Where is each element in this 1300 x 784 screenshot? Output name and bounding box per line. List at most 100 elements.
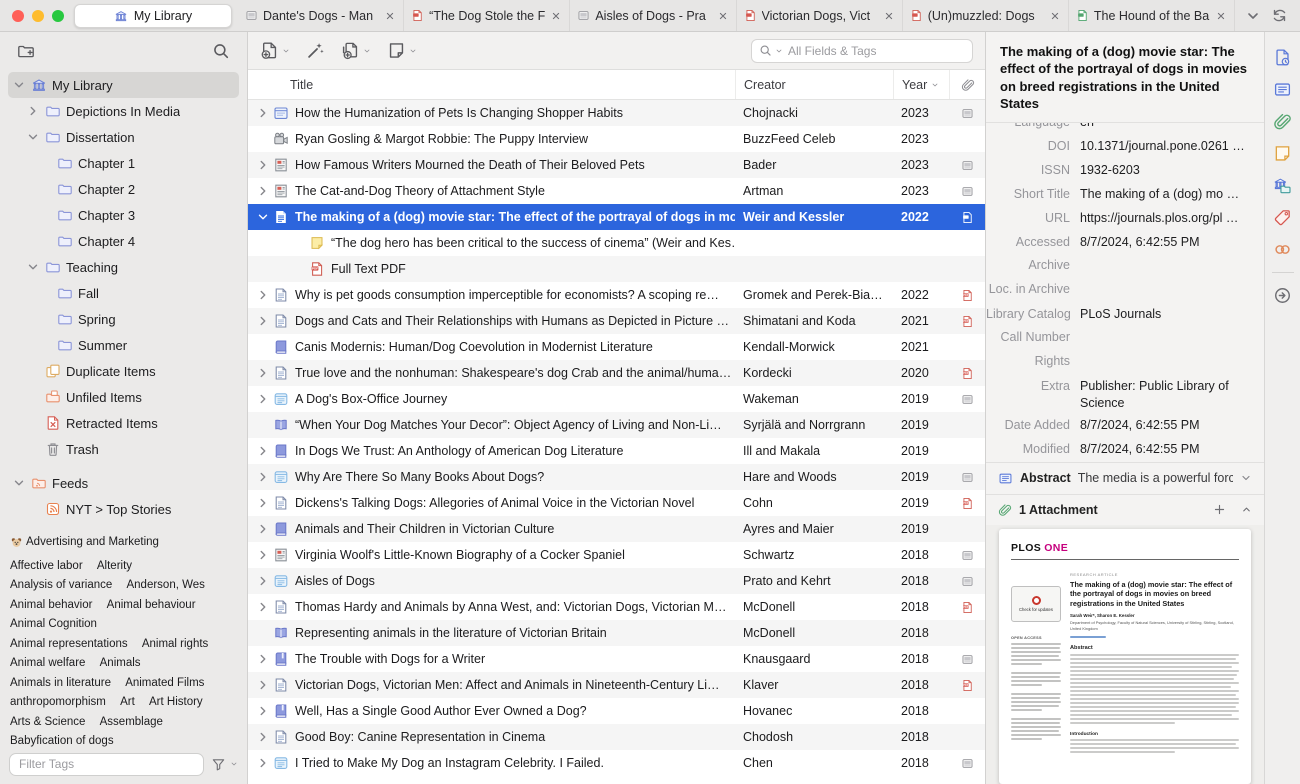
tag-item[interactable]: Animated Films — [125, 674, 204, 694]
library-tab[interactable]: My Library — [74, 3, 232, 28]
item-row[interactable]: Why is pet goods consumption imperceptib… — [248, 282, 985, 308]
field-value[interactable]: 8/7/2024, 6:42:55 PM — [1080, 441, 1254, 458]
reader-tab[interactable]: Dante's Dogs - Man — [238, 0, 405, 31]
tag-item[interactable]: Advertising and Marketing — [10, 533, 159, 553]
column-header-attachment[interactable] — [949, 70, 985, 99]
collection-row[interactable]: Spring — [8, 306, 239, 332]
collection-row[interactable]: Depictions In Media — [8, 98, 239, 124]
item-row[interactable]: “The dog hero has been critical to the s… — [248, 230, 985, 256]
close-tab-icon[interactable] — [717, 10, 729, 22]
item-row[interactable]: “When Your Dog Matches Your Decor”: Obje… — [248, 412, 985, 438]
tree-expander-icon[interactable] — [38, 338, 52, 352]
collection-row[interactable]: Chapter 3 — [8, 202, 239, 228]
item-row[interactable]: Good Boy: Canine Representation in Cinem… — [248, 724, 985, 750]
row-expander-icon[interactable] — [256, 730, 270, 744]
column-header-creator[interactable]: Creator — [735, 70, 893, 99]
tree-expander-icon[interactable] — [26, 390, 40, 404]
item-row[interactable]: Representing animals in the literature o… — [248, 620, 985, 646]
item-row[interactable]: The Trouble with Dogs for a Writer Knaus… — [248, 646, 985, 672]
tree-expander-icon[interactable] — [38, 234, 52, 248]
new-note-button[interactable] — [387, 41, 417, 60]
sidenav-section-icon[interactable] — [1273, 208, 1292, 227]
item-row[interactable]: Animals and Their Children in Victorian … — [248, 516, 985, 542]
new-collection-icon[interactable] — [17, 42, 35, 60]
field-value[interactable]: en — [1080, 123, 1254, 131]
row-expander-icon[interactable] — [256, 366, 270, 380]
tag-item[interactable]: Animal behaviour — [107, 596, 196, 616]
collection-row[interactable]: Retracted Items — [8, 410, 239, 436]
tag-item[interactable]: Animal welfare — [10, 654, 85, 674]
add-attachment-plus-icon[interactable] — [1213, 503, 1226, 516]
close-window-button[interactable] — [12, 9, 24, 22]
row-expander-icon[interactable] — [256, 704, 270, 718]
reader-tab[interactable]: Victorian Dogs, Vict — [737, 0, 903, 31]
tree-expander-icon[interactable] — [26, 416, 40, 430]
add-by-identifier-button[interactable] — [306, 41, 325, 60]
tag-item[interactable]: Alterity — [97, 557, 132, 577]
item-row[interactable]: The Cat-and-Dog Theory of Attachment Sty… — [248, 178, 985, 204]
item-row[interactable]: Dickens's Talking Dogs: Allegories of An… — [248, 490, 985, 516]
field-value[interactable]: 8/7/2024, 6:42:55 PM — [1080, 417, 1254, 434]
collection-row[interactable]: Feeds — [8, 470, 239, 496]
item-details-title[interactable]: The making of a (dog) movie star: The ef… — [986, 32, 1264, 124]
row-expander-icon[interactable] — [256, 678, 270, 692]
tree-expander-icon[interactable] — [12, 476, 26, 490]
row-expander-icon[interactable] — [256, 314, 270, 328]
collection-row[interactable]: Teaching — [8, 254, 239, 280]
search-input[interactable] — [786, 42, 965, 59]
row-expander-icon[interactable] — [256, 106, 270, 120]
attachments-collapse-chevron-icon[interactable] — [1241, 504, 1252, 515]
close-tab-icon[interactable] — [384, 10, 396, 22]
minimize-window-button[interactable] — [32, 9, 44, 22]
tree-expander-icon[interactable] — [26, 442, 40, 456]
tree-expander-icon[interactable] — [38, 208, 52, 222]
tag-item[interactable]: Animal behavior — [10, 596, 92, 616]
row-expander-icon[interactable] — [256, 184, 270, 198]
tree-expander-icon[interactable] — [38, 312, 52, 326]
close-tab-icon[interactable] — [1215, 10, 1227, 22]
field-value[interactable]: https://journals.plos.org/pl … — [1080, 210, 1254, 227]
item-row[interactable]: True love and the nonhuman: Shakespeare'… — [248, 360, 985, 386]
row-expander-icon[interactable] — [256, 340, 270, 354]
tag-item[interactable]: Art — [120, 693, 135, 713]
tag-item[interactable]: Animal rights — [142, 635, 208, 655]
close-tab-icon[interactable] — [550, 10, 562, 22]
collection-row[interactable]: NYT > Top Stories — [8, 496, 239, 522]
tree-expander-icon[interactable] — [26, 104, 40, 118]
item-row[interactable]: The making of a (dog) movie star: The ef… — [248, 204, 985, 230]
sidenav-section-icon[interactable] — [1273, 48, 1292, 67]
attachments-section-header[interactable]: 1 Attachment — [986, 493, 1264, 525]
sync-icon[interactable] — [1271, 7, 1288, 24]
collection-row[interactable]: Dissertation — [8, 124, 239, 150]
tree-expander-icon[interactable] — [26, 130, 40, 144]
item-row[interactable]: Well, Has a Single Good Author Ever Owne… — [248, 698, 985, 724]
tag-item[interactable]: Art History — [149, 693, 203, 713]
tag-item[interactable]: Anderson, Wes — [126, 576, 204, 596]
search-box[interactable] — [751, 38, 973, 63]
new-item-button[interactable] — [260, 41, 290, 60]
collection-row[interactable]: Trash — [8, 436, 239, 462]
column-header-year[interactable]: Year — [893, 70, 949, 99]
item-row[interactable]: Aisles of Dogs Prato and Kehrt 2018 — [248, 568, 985, 594]
tag-item[interactable]: Animal Cognition — [10, 615, 97, 635]
item-row[interactable]: A Dog's Box-Office Journey Wakeman 2019 — [248, 386, 985, 412]
tag-item[interactable]: Assemblage — [100, 713, 163, 733]
row-expander-icon[interactable] — [256, 392, 270, 406]
tag-filter-chevron-icon[interactable] — [230, 760, 238, 768]
reader-tab[interactable]: “The Dog Stole the F — [404, 0, 571, 31]
tag-item[interactable]: Animal representations — [10, 635, 128, 655]
field-value[interactable]: Publisher: Public Library of Science — [1080, 378, 1254, 412]
close-tab-icon[interactable] — [883, 10, 895, 22]
field-value[interactable]: The making of a (dog) mo … — [1080, 186, 1254, 203]
row-expander-icon[interactable] — [256, 496, 270, 510]
tag-item[interactable]: Animals — [100, 654, 141, 674]
collection-row[interactable]: My Library — [8, 72, 239, 98]
collection-row[interactable]: Duplicate Items — [8, 358, 239, 384]
tree-expander-icon[interactable] — [26, 502, 40, 516]
column-header-title[interactable]: Title — [248, 78, 735, 92]
item-row[interactable]: Victorian Dogs, Victorian Men: Affect an… — [248, 672, 985, 698]
row-expander-icon[interactable] — [256, 548, 270, 562]
zoom-window-button[interactable] — [52, 9, 64, 22]
item-row[interactable]: I Tried to Make My Dog an Instagram Cele… — [248, 750, 985, 776]
tree-expander-icon[interactable] — [12, 78, 26, 92]
